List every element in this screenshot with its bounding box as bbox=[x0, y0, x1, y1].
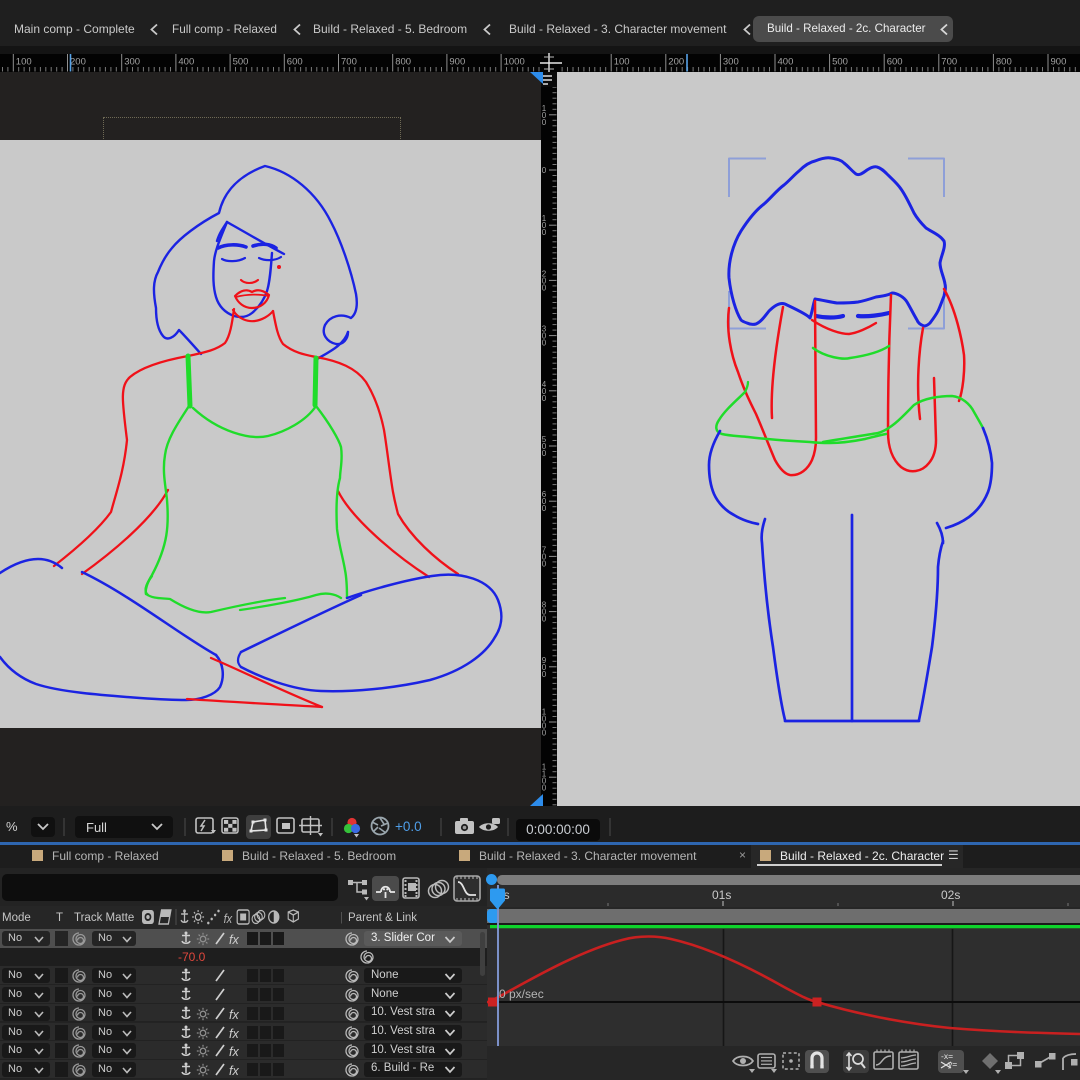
svg-text:300: 300 bbox=[124, 57, 140, 68]
svg-text:fx: fx bbox=[229, 933, 239, 947]
svg-text:500: 500 bbox=[832, 57, 848, 68]
svg-text:fx: fx bbox=[229, 1045, 239, 1059]
svg-text:0:00:00:00: 0:00:00:00 bbox=[526, 822, 590, 837]
svg-text:fx: fx bbox=[229, 1064, 239, 1078]
svg-text:200: 200 bbox=[70, 57, 86, 68]
svg-text:300: 300 bbox=[723, 57, 739, 68]
svg-text:+0.0: +0.0 bbox=[395, 819, 422, 834]
svg-text:400: 400 bbox=[778, 57, 794, 68]
svg-text:100: 100 bbox=[614, 57, 630, 68]
svg-text:400: 400 bbox=[178, 57, 194, 68]
svg-text:800: 800 bbox=[996, 57, 1012, 68]
svg-text:%: % bbox=[6, 819, 18, 834]
svg-text:fx: fx bbox=[229, 1027, 239, 1041]
svg-text:1000: 1000 bbox=[504, 57, 525, 68]
svg-text:700: 700 bbox=[341, 57, 357, 68]
svg-text:900: 900 bbox=[1051, 57, 1067, 68]
svg-text:900: 900 bbox=[449, 57, 465, 68]
svg-text:200: 200 bbox=[668, 57, 684, 68]
svg-text:500: 500 bbox=[233, 57, 249, 68]
svg-text:fx: fx bbox=[224, 911, 233, 926]
svg-text:600: 600 bbox=[887, 57, 903, 68]
svg-text:100: 100 bbox=[16, 57, 32, 68]
svg-text:0 px/sec: 0 px/sec bbox=[499, 987, 544, 1001]
svg-text:Full: Full bbox=[86, 820, 107, 835]
svg-text:800: 800 bbox=[395, 57, 411, 68]
svg-text:700: 700 bbox=[941, 57, 957, 68]
svg-text:fx: fx bbox=[229, 1008, 239, 1022]
svg-text:600: 600 bbox=[287, 57, 303, 68]
